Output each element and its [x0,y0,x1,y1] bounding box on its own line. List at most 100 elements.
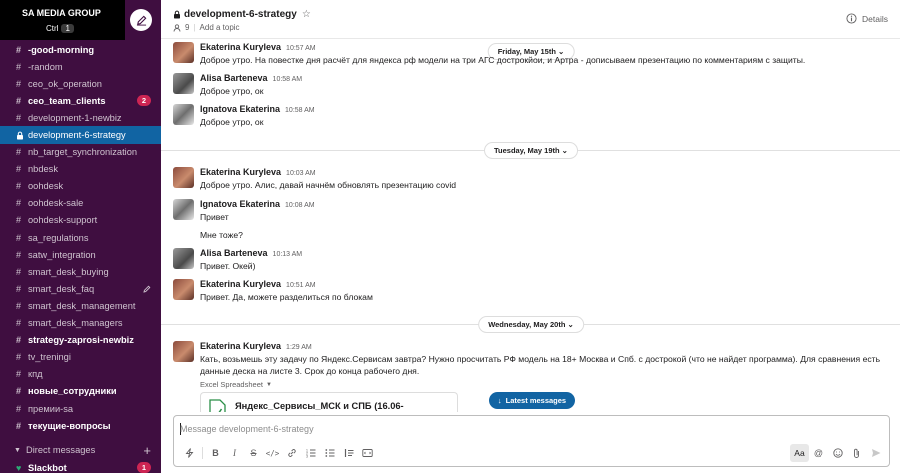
sidebar-channel[interactable]: # -good-morning [0,41,161,58]
message-author[interactable]: Ekaterina Kuryleva [200,42,281,53]
details-button[interactable]: Details [846,13,888,24]
sidebar-channel[interactable]: # кпд [0,366,161,383]
hash-icon: # [16,44,22,55]
hash-icon: # [16,318,22,329]
sidebar-channel-active[interactable]: development-6-strategy [0,126,161,144]
sidebar-channel[interactable]: # smart_desk_management [0,297,161,314]
sidebar-channel[interactable]: # development-1-newbiz [0,109,161,126]
message-time[interactable]: 10:51 AM [286,280,316,291]
sidebar-channel[interactable]: # tv_treningi [0,349,161,366]
message-author[interactable]: Ignatova Ekaterina [200,199,280,210]
sidebar-channel[interactable]: # премии-sa [0,400,161,417]
message-author[interactable]: Alisa Barteneva [200,73,268,84]
sidebar-channel[interactable]: # текущие-вопросы [0,417,161,434]
message: Alisa Barteneva 10:58 AM Доброе утро, ок [173,73,888,97]
avatar[interactable] [173,42,194,63]
workspace-switcher-tooltip [0,0,125,40]
lock-icon [174,10,180,19]
dm-slackbot[interactable]: ♥ Slackbot 1 [0,459,161,473]
message-time[interactable]: 10:03 AM [286,168,316,179]
sidebar-channel[interactable]: # strategy-zaprosi-newbiz [0,332,161,349]
avatar[interactable] [173,248,194,269]
hash-icon: # [16,232,22,243]
hash-icon: # [16,335,22,346]
channel-header: development-6-strategy ☆ 9 | Add a topic… [161,0,900,39]
code-block-icon[interactable] [358,444,377,462]
attach-icon[interactable] [847,444,866,462]
latest-messages-button[interactable]: ↓ Latest messages [489,392,575,409]
message-author[interactable]: Ekaterina Kuryleva [200,279,281,290]
message-author[interactable]: Alisa Barteneva [200,248,268,259]
message-author[interactable]: Ignatova Ekaterina [200,104,280,115]
emoji-icon[interactable] [828,444,847,462]
avatar[interactable] [173,341,194,362]
message: Ignatova Ekaterina 10:58 AM Доброе утро, … [173,104,888,128]
bold-icon[interactable]: B [206,444,225,462]
sidebar-channel[interactable]: # новые_сотрудники [0,383,161,400]
send-icon[interactable] [866,444,885,462]
sidebar-channel[interactable]: # smart_desk_buying [0,263,161,280]
compose-icon [136,15,146,26]
message-author[interactable]: Ekaterina Kuryleva [200,167,281,178]
member-count[interactable]: 9 [185,23,189,32]
compose-button[interactable] [130,9,152,31]
sidebar-channel[interactable]: # nbdesk [0,161,161,178]
strikethrough-icon[interactable]: S [244,444,263,462]
sidebar-channel[interactable]: # smart_desk_faq [0,280,161,297]
workspace-name[interactable]: SA MEDIA GROUP [22,8,101,18]
link-icon[interactable] [282,444,301,462]
date-divider-pill[interactable]: Tuesday, May 19th ⌄ [484,142,578,159]
add-topic-link[interactable]: Add a topic [200,23,240,32]
bulleted-list-icon[interactable] [320,444,339,462]
avatar[interactable] [173,199,194,220]
message-input[interactable]: Message development-6-strategy [180,424,314,434]
italic-icon[interactable]: I [225,444,244,462]
message-author[interactable]: Ekaterina Kuryleva [200,341,281,352]
sidebar-channel[interactable]: # oohdesk-sale [0,195,161,212]
message-text: Доброе утро, ок [200,117,264,127]
avatar[interactable] [173,167,194,188]
avatar[interactable] [173,104,194,125]
avatar[interactable] [173,73,194,94]
message-time[interactable]: 10:57 AM [286,43,316,54]
direct-messages-section[interactable]: ▼ Direct messages + [0,441,161,459]
message-time[interactable]: 10:58 AM [273,74,303,85]
sidebar-channel[interactable]: # -random [0,58,161,75]
message-time[interactable]: 10:58 AM [285,105,315,116]
message-composer[interactable]: Message development-6-strategy B I S </>… [173,415,890,467]
file-attachment[interactable]: Яндекс_Сервисы_МСК и СПБ (16.06- [200,392,458,412]
mention-icon[interactable]: @ [809,444,828,462]
heart-icon: ♥ [16,462,22,473]
channel-title[interactable]: development-6-strategy ☆ [173,9,311,20]
edit-pencil-icon[interactable] [143,285,151,293]
sidebar-channel[interactable]: # nb_target_synchronization [0,144,161,161]
date-divider-pill[interactable]: Wednesday, May 20th ⌄ [478,316,584,333]
message-time[interactable]: 1:29 AM [286,342,312,353]
sidebar-channel[interactable]: # smart_desk_managers [0,315,161,332]
sidebar-channel[interactable]: # satw_integration [0,246,161,263]
hash-icon: # [16,78,22,89]
message-time[interactable]: 10:13 AM [273,249,303,260]
caret-down-icon: ▼ [14,446,21,454]
message-time[interactable]: 10:08 AM [285,200,315,211]
shortcuts-bolt-icon[interactable] [180,444,199,462]
sidebar-channel[interactable]: # oohdesk-support [0,212,161,229]
add-dm-icon[interactable]: + [143,443,151,458]
formatting-toggle-button[interactable]: Aa [790,444,809,462]
sidebar-channel[interactable]: # ceo_ok_operation [0,75,161,92]
avatar[interactable] [173,279,194,300]
unread-badge: 1 [136,462,151,473]
attachment-type[interactable]: Excel Spreadsheet ▼ [200,380,888,389]
hash-icon: # [16,420,22,431]
hash-icon: # [16,386,22,397]
code-icon[interactable]: </> [263,444,282,462]
star-icon[interactable]: ☆ [302,9,311,20]
hash-icon: # [16,300,22,311]
sidebar-channel[interactable]: # sa_regulations [0,229,161,246]
sidebar-channel[interactable]: # ceo_team_clients 2 [0,92,161,109]
ordered-list-icon[interactable]: 123 [301,444,320,462]
channel-list: # -good-morning # -random # ceo_ok_operatio… [0,41,161,473]
blockquote-icon[interactable] [339,444,358,462]
hash-icon: # [16,164,22,175]
sidebar-channel[interactable]: # oohdesk [0,178,161,195]
